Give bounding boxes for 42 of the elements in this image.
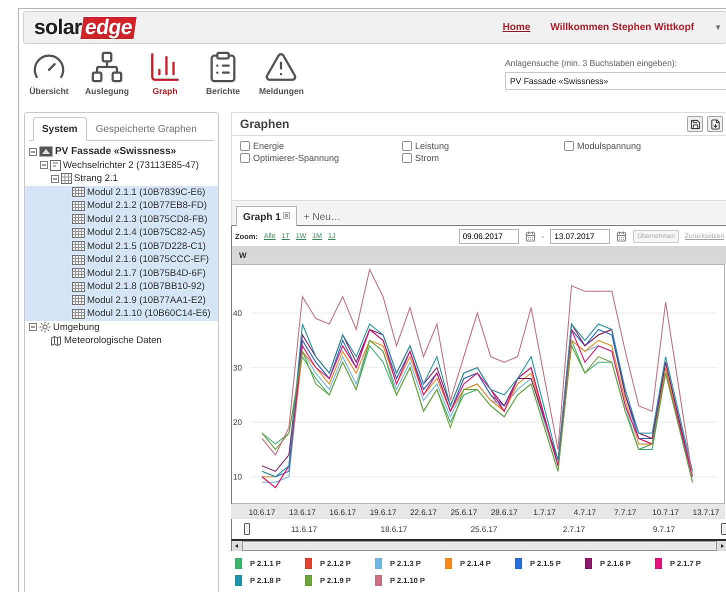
- navigator-label: 18.6.17: [380, 524, 408, 534]
- navigator-label: 25.6.17: [470, 524, 498, 534]
- tree-label: Strang 2.1: [74, 173, 118, 184]
- axis-label: 10.7.17: [652, 508, 679, 517]
- axis-label: 7.7.17: [614, 508, 636, 517]
- date-separator: -: [542, 232, 544, 240]
- tree-label: Umgebung: [53, 322, 100, 333]
- tree-label: Wechselrichter 2 (73113E85-47): [63, 160, 199, 171]
- tree-label: Modul 2.1.6 (10B75CCC-EF): [87, 254, 209, 266]
- tree-label: Modul 2.1.3 (10B75CD8-FB): [87, 214, 208, 225]
- axis-label: 10.6.17: [248, 508, 276, 517]
- axis-label: 4.7.17: [574, 508, 596, 517]
- tree-label: Modul 2.1.9 (10B77AA1-E2): [87, 294, 206, 306]
- navigator-label: 9.7.17: [652, 524, 676, 534]
- tree-label: Meteorologische Daten: [64, 335, 162, 346]
- axis-label: 20: [233, 418, 242, 428]
- welcome-text: Willkommen Stephen Wittkopf: [550, 22, 694, 33]
- logo: solaredge: [34, 16, 135, 40]
- tree-label: Modul 2.1.7 (10B75B4D-6F): [87, 268, 206, 279]
- axis-label: 30: [233, 364, 242, 373]
- navigator-label: 11.6.17: [290, 524, 318, 534]
- axis-label: 13.6.17: [289, 508, 316, 517]
- axis-label: 1.7.17: [533, 508, 556, 517]
- axis-label: 40: [233, 309, 242, 318]
- axis-label: 22.6.17: [410, 508, 437, 517]
- tree-label: Modul 2.1.1 (10B7839C-E6): [87, 186, 206, 198]
- tree-label: Modul 2.1.8 (10B7BB10-92): [87, 281, 205, 292]
- navigator-label: 2.7.17: [562, 524, 586, 534]
- axis-label: 16.6.17: [329, 508, 356, 517]
- tree-label: Modul 2.1.4 (10B75C82-A5): [87, 227, 206, 238]
- tree-label: Modul 2.1.10 (10B60C14-E6): [87, 308, 211, 320]
- tree-label: Modul 2.1.2 (10B77EB8-FD): [87, 200, 207, 212]
- tree-label: Modul 2.1.5 (10B7D228-C1): [87, 240, 206, 252]
- axis-label: 25.6.17: [450, 508, 478, 517]
- panel-title: Graphen: [240, 117, 290, 131]
- search-label: Anlagensuche (min. 3 Buchstaben eingeben):: [505, 58, 678, 68]
- unit-label: W: [239, 250, 247, 260]
- axis-label: 13.7.17: [692, 508, 720, 517]
- axis-label: 28.6.17: [490, 508, 518, 517]
- axis-label: 10: [233, 472, 242, 482]
- axis-label: 19.6.17: [370, 508, 396, 517]
- tree-label: PV Fassade «Swissness»: [55, 146, 176, 158]
